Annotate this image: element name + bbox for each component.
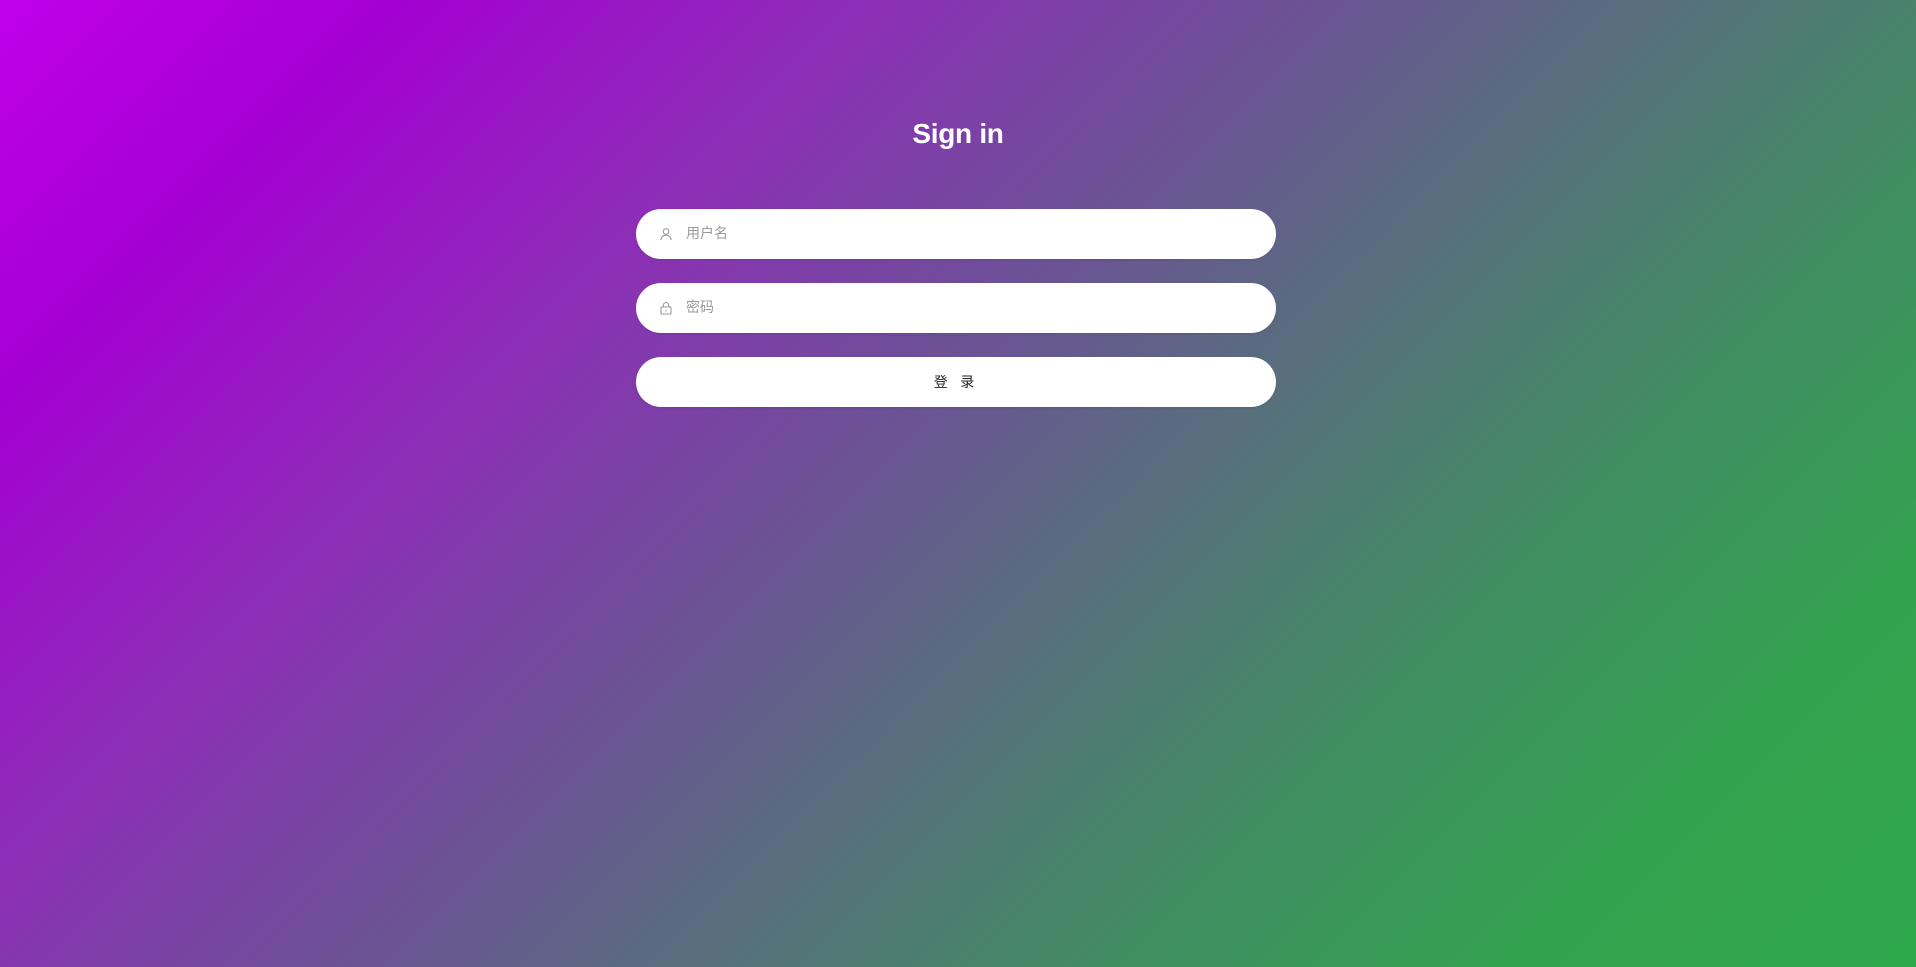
user-icon: [658, 226, 674, 242]
password-input[interactable]: [686, 283, 1246, 333]
login-button[interactable]: 登 录: [636, 357, 1276, 407]
username-input[interactable]: [686, 209, 1246, 259]
page-title: Sign in: [912, 118, 1004, 149]
login-page: Sign in 登 录: [0, 0, 1916, 967]
lock-icon: [658, 300, 674, 316]
password-field[interactable]: [636, 283, 1276, 333]
login-form: 登 录: [636, 209, 1276, 407]
username-field[interactable]: [636, 209, 1276, 259]
